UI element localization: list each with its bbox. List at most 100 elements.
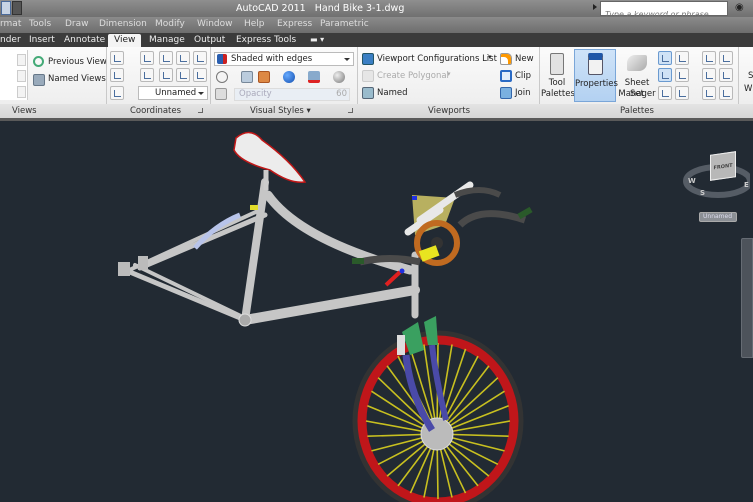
tool-palettes-button[interactable]: Tool Palettes xyxy=(541,49,575,102)
previous-view-button[interactable]: Previous View xyxy=(48,57,107,67)
ucs-x-icon[interactable] xyxy=(159,51,173,65)
join-viewports-button[interactable]: Join xyxy=(515,88,530,98)
ucs-object-icon[interactable] xyxy=(176,51,190,65)
xray-icon[interactable] xyxy=(215,88,227,100)
menu-help[interactable]: Help xyxy=(244,19,265,29)
chevron-down-icon[interactable]: ▾ xyxy=(488,53,492,61)
sheet-set-manager-button[interactable]: Sheet Set Manager xyxy=(617,49,657,102)
ucs-previous-icon[interactable] xyxy=(140,68,154,82)
palette-small-icon-8[interactable] xyxy=(719,51,733,65)
sheet-set-icon xyxy=(627,55,647,71)
shadows-icon[interactable] xyxy=(308,71,320,83)
palette-small-icon-6[interactable] xyxy=(675,86,689,100)
ucs-named-combo[interactable]: Unnamed xyxy=(138,86,208,100)
named-viewports-button[interactable]: Named xyxy=(377,88,407,98)
quick-access-dropdown-icon[interactable] xyxy=(12,1,22,15)
palette-small-icon-7[interactable] xyxy=(702,51,716,65)
color-effects-icon[interactable] xyxy=(258,71,270,83)
create-polygonal-button[interactable]: Create Polygonal xyxy=(377,71,449,81)
new-viewport-button[interactable]: New xyxy=(515,54,534,64)
views-gallery[interactable] xyxy=(0,50,28,100)
clip-viewport-button[interactable]: Clip xyxy=(515,71,531,81)
ucs-face-icon[interactable] xyxy=(193,51,207,65)
compass-e[interactable]: E xyxy=(744,181,749,189)
tab-render[interactable]: nder xyxy=(0,34,23,47)
visual-styles-launcher-icon[interactable] xyxy=(348,108,353,113)
menu-draw[interactable]: Draw xyxy=(65,19,89,29)
lighting-icon[interactable] xyxy=(283,71,295,83)
viewcube-front-face[interactable]: FRONT xyxy=(710,151,736,181)
visual-style-combo[interactable]: Shaded with edges xyxy=(214,52,354,66)
palette-small-icon-11[interactable] xyxy=(702,86,716,100)
menu-format[interactable]: rmat xyxy=(0,19,21,29)
menu-tools[interactable]: Tools xyxy=(29,19,51,29)
viewport-config-icon xyxy=(362,53,374,65)
rear-dropout-1 xyxy=(118,262,130,276)
gallery-expand[interactable] xyxy=(17,86,26,98)
palette-small-icon-9[interactable] xyxy=(702,68,716,82)
panel-title-palettes: Palettes xyxy=(620,106,654,116)
palette-small-icon-12[interactable] xyxy=(719,86,733,100)
materials-icon[interactable] xyxy=(333,71,345,83)
gallery-scroll-down[interactable] xyxy=(17,70,26,82)
named-views-button[interactable]: Named Views xyxy=(48,74,106,84)
coordinates-launcher-icon[interactable] xyxy=(198,108,203,113)
menu-window[interactable]: Window xyxy=(197,19,233,29)
viewport-configurations-list[interactable]: Viewport Configurations List xyxy=(377,54,497,64)
red-lever xyxy=(384,270,402,287)
palette-small-icon-10[interactable] xyxy=(719,68,733,82)
palette-small-icon-4[interactable] xyxy=(675,68,689,82)
ucs-view-icon[interactable] xyxy=(110,86,124,100)
panel-title-visual-styles[interactable]: Visual Styles ▾ xyxy=(250,106,311,116)
opacity-slider[interactable]: Opacity 60 xyxy=(234,88,350,101)
search-field[interactable] xyxy=(600,1,728,21)
ucs-icon[interactable] xyxy=(110,51,124,65)
panel-title-viewports: Viewports xyxy=(428,106,471,116)
tab-manage[interactable]: Manage xyxy=(147,34,187,47)
tab-express-tools[interactable]: Express Tools xyxy=(234,34,298,47)
drawing-viewport[interactable]: FRONT W S E Unnamed xyxy=(0,121,753,502)
palette-small-icon-2[interactable] xyxy=(675,51,689,65)
ucs-3point-icon[interactable] xyxy=(193,68,207,82)
tool-palettes-icon xyxy=(550,53,564,75)
panel-title-views: Views xyxy=(12,106,37,116)
menu-express[interactable]: Express xyxy=(277,19,312,29)
properties-label: Properties xyxy=(575,79,618,89)
navigation-bar[interactable] xyxy=(741,238,753,358)
quick-access-icon[interactable] xyxy=(1,1,11,15)
chevron-down-icon[interactable]: ▾ xyxy=(447,70,451,78)
ucs-origin-point-icon[interactable] xyxy=(159,68,173,82)
clip-viewport-icon xyxy=(500,70,512,82)
properties-icon xyxy=(588,53,603,75)
pedal-yellow xyxy=(418,245,440,262)
seat-tube xyxy=(241,178,269,324)
menu-dimension[interactable]: Dimension xyxy=(99,19,147,29)
binoculars-search-icon[interactable]: ◉ xyxy=(735,2,744,13)
edge-effects-icon[interactable] xyxy=(216,71,228,83)
ucs-world-icon[interactable] xyxy=(140,51,154,65)
ucs-menu[interactable]: Unnamed xyxy=(699,212,737,222)
tab-view[interactable]: View xyxy=(108,34,142,47)
previous-view-icon xyxy=(33,56,44,67)
face-style-icon[interactable] xyxy=(241,71,253,83)
gallery-scroll-up[interactable] xyxy=(17,54,26,66)
ucs-z-axis-icon[interactable] xyxy=(176,68,190,82)
tab-annotate[interactable]: Annotate xyxy=(62,34,107,47)
bike-seat xyxy=(233,131,307,183)
create-polygonal-icon xyxy=(362,70,374,82)
ribbon-minimize-toggle-icon[interactable]: ▬ ▾ xyxy=(308,34,326,47)
palette-small-icon-5[interactable] xyxy=(658,86,672,100)
ucs-origin-icon[interactable] xyxy=(110,68,124,82)
compass-w[interactable]: W xyxy=(688,177,696,185)
viewcube[interactable]: FRONT W S E xyxy=(680,141,750,201)
clamp-yellow xyxy=(250,205,258,210)
menu-modify[interactable]: Modify xyxy=(155,19,185,29)
search-expand-icon[interactable] xyxy=(593,4,597,10)
palette-small-icon-3[interactable] xyxy=(658,68,672,82)
palette-small-icon-1[interactable] xyxy=(658,51,672,65)
tab-insert[interactable]: Insert xyxy=(27,34,57,47)
tab-output[interactable]: Output xyxy=(192,34,227,47)
menu-parametric[interactable]: Parametric xyxy=(320,19,369,29)
properties-button[interactable]: Properties xyxy=(574,49,618,102)
compass-s[interactable]: S xyxy=(700,189,705,197)
